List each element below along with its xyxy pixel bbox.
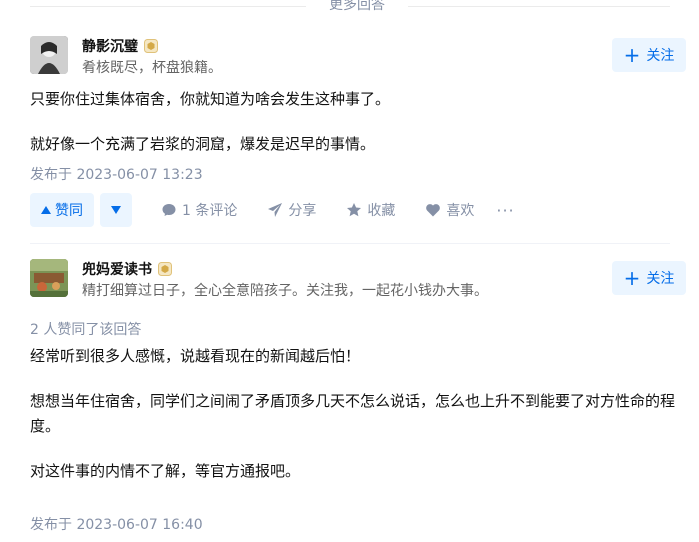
author-info: 兜妈爱读书 精打细算过日子，全心全意陪孩子。关注我，一起花小钱办大事。 + 关注 [30,259,686,299]
publish-time[interactable]: 发布于 2023-06-07 13:23 [30,164,203,184]
more-answers-divider: 更多回答 [30,0,670,16]
avatar[interactable] [30,259,68,297]
answer-paragraph: 只要你住过集体宿舍，你就知道为啥会发生这种事了。 [30,90,391,108]
author-headline: 精打细算过日子，全心全意陪孩子。关注我，一起花小钱办大事。 [82,283,488,299]
answer-content: 只要你住过集体宿舍，你就知道为啥会发生这种事了。 就好像一个充满了岩浆的洞窟，爆… [30,87,670,157]
upvote-label: 赞同 [55,203,83,219]
like-button[interactable]: 喜欢 [425,200,474,220]
collect-button[interactable]: 收藏 [346,200,395,220]
author-info: 静影沉璧 肴核既尽，杯盘狼籍。 + 关注 [30,36,686,76]
publish-time[interactable]: 发布于 2023-06-07 16:40 [30,514,203,534]
triangle-down-icon [111,206,121,214]
comment-button[interactable]: 1 条评论 [161,200,237,220]
plus-icon: + [623,266,641,290]
answer-paragraph: 就好像一个充满了岩浆的洞窟，爆发是迟早的事情。 [30,135,376,153]
badge-icon [158,262,172,276]
avatar-image [30,36,68,74]
author-headline: 肴核既尽，杯盘狼籍。 [82,60,222,76]
answer-paragraph: 想想当年住宿舍，同学们之间闹了矛盾顶多几天不怎么说话，怎么也上升不到能要了对方性… [30,392,676,435]
share-button[interactable]: 分享 [267,200,316,220]
plus-icon: + [623,43,641,67]
action-bar: 赞同 1 条评论 分享 收藏 喜欢 ··· [30,193,515,227]
star-icon [347,203,362,217]
like-label: 喜欢 [446,203,475,219]
author-name[interactable]: 兜妈爱读书 [82,259,152,279]
more-answers-label[interactable]: 更多回答 [306,0,408,14]
divider-line-right [408,6,670,7]
answer-item: 兜妈爱读书 精打细算过日子，全心全意陪孩子。关注我，一起花小钱办大事。 + 关注… [30,259,686,533]
heart-icon [426,204,441,217]
answer-paragraph: 经常听到很多人感慨，说越看现在的新闻越后怕！ [30,347,361,365]
comment-icon [162,204,176,216]
badge-icon [144,39,158,53]
divider-line-left [30,6,306,7]
collect-label: 收藏 [367,203,396,219]
answer-content: 经常听到很多人感慨，说越看现在的新闻越后怕！ 想想当年住宿舍，同学们之间闹了矛盾… [30,344,680,484]
triangle-up-icon [41,206,51,214]
upvote-button[interactable]: 赞同 [30,193,94,227]
comment-count: 1 条评论 [182,203,238,219]
answer-item: 静影沉璧 肴核既尽，杯盘狼籍。 + 关注 只要你住过集体宿舍，你就知道为啥会发生… [30,36,686,227]
downvote-button[interactable] [100,193,132,227]
follow-button[interactable]: + 关注 [612,38,686,72]
answer-paragraph: 对这件事的内情不了解，等官方通报吧。 [30,462,301,480]
more-actions-button[interactable]: ··· [496,201,514,220]
follow-label: 关注 [646,271,675,287]
voters-count[interactable]: 2 人赞同了该回答 [30,319,141,339]
avatar-image [30,259,68,297]
share-label: 分享 [288,203,317,219]
follow-button[interactable]: + 关注 [612,261,686,295]
author-name[interactable]: 静影沉璧 [82,36,138,56]
share-icon [268,203,283,217]
follow-label: 关注 [646,48,675,64]
avatar[interactable] [30,36,68,74]
answer-separator [30,243,670,244]
